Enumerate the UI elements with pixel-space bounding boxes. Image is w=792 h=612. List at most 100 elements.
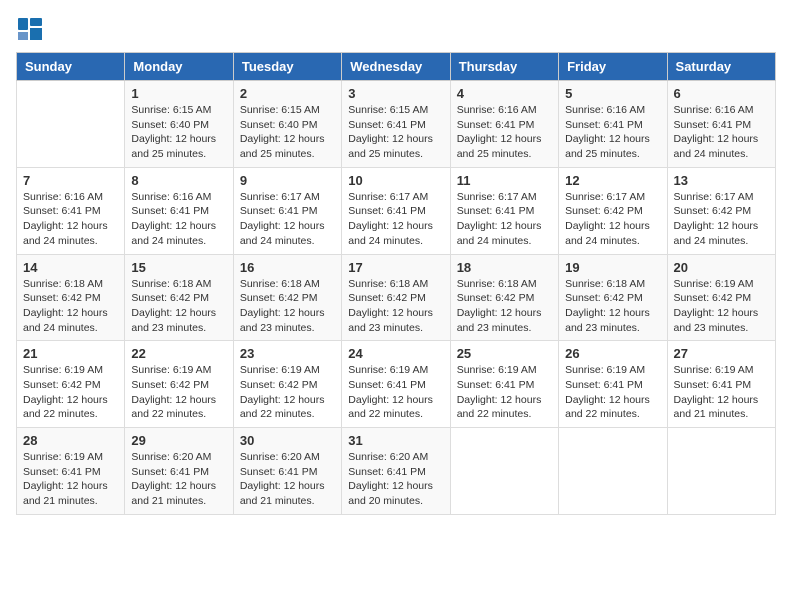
day-number: 3	[348, 86, 443, 101]
day-cell	[559, 428, 667, 515]
logo-icon	[16, 16, 44, 44]
day-number: 29	[131, 433, 226, 448]
day-cell: 23Sunrise: 6:19 AM Sunset: 6:42 PM Dayli…	[233, 341, 341, 428]
day-info: Sunrise: 6:18 AM Sunset: 6:42 PM Dayligh…	[240, 277, 335, 336]
day-cell: 4 Sunrise: 6:16 AM Sunset: 6:41 PM Daylig…	[450, 81, 558, 168]
header-cell-monday: Monday	[125, 53, 233, 81]
day-info: Sunrise: 6:18 AM Sunset: 6:42 PM Dayligh…	[457, 277, 552, 336]
header-cell-tuesday: Tuesday	[233, 53, 341, 81]
day-number: 10	[348, 173, 443, 188]
day-cell: 28 Sunrise: 6:19 AM Sunset: 6:41 PM Dayli…	[17, 428, 125, 515]
day-info: Sunrise: 6:16 AM Sunset: 6:41 PM Dayligh…	[565, 103, 660, 162]
day-info: Sunrise: 6:16 AM Sunset: 6:41 PM Dayligh…	[131, 190, 226, 249]
day-info: Sunrise: 6:18 AM Sunset: 6:42 PM Dayligh…	[23, 277, 118, 336]
day-cell	[17, 81, 125, 168]
day-number: 17	[348, 260, 443, 275]
week-row-2: 7 Sunrise: 6:16 AM Sunset: 6:41 PM Daylig…	[17, 167, 776, 254]
day-cell: 22Sunrise: 6:19 AM Sunset: 6:42 PM Dayli…	[125, 341, 233, 428]
day-info: Sunrise: 6:17 AM Sunset: 6:41 PM Dayligh…	[240, 190, 335, 249]
day-number: 26	[565, 346, 660, 361]
day-number: 1	[131, 86, 226, 101]
day-number: 24	[348, 346, 443, 361]
day-cell: 6 Sunrise: 6:16 AM Sunset: 6:41 PM Daylig…	[667, 81, 775, 168]
calendar-table: SundayMondayTuesdayWednesdayThursdayFrid…	[16, 52, 776, 515]
day-cell: 13 Sunrise: 6:17 AM Sunset: 6:42 PM Dayli…	[667, 167, 775, 254]
day-info: Sunrise: 6:19 AM Sunset: 6:41 PM Dayligh…	[23, 450, 118, 509]
header-cell-thursday: Thursday	[450, 53, 558, 81]
week-row-4: 21 Sunrise: 6:19 AM Sunset: 6:42 PM Dayli…	[17, 341, 776, 428]
header-cell-saturday: Saturday	[667, 53, 775, 81]
day-number: 15	[131, 260, 226, 275]
day-number: 4	[457, 86, 552, 101]
day-cell: 29 Sunrise: 6:20 AM Sunset: 6:41 PM Dayli…	[125, 428, 233, 515]
day-info: Sunrise: 6:20 AM Sunset: 6:41 PM Dayligh…	[131, 450, 226, 509]
day-cell: 25 Sunrise: 6:19 AM Sunset: 6:41 PM Dayli…	[450, 341, 558, 428]
day-info: Sunrise: 6:16 AM Sunset: 6:41 PM Dayligh…	[23, 190, 118, 249]
day-cell: 19 Sunrise: 6:18 AM Sunset: 6:42 PM Dayli…	[559, 254, 667, 341]
day-info: Sunrise: 6:20 AM Sunset: 6:41 PM Dayligh…	[240, 450, 335, 509]
day-cell: 2 Sunrise: 6:15 AM Sunset: 6:40 PM Daylig…	[233, 81, 341, 168]
day-cell	[667, 428, 775, 515]
day-cell: 15Sunrise: 6:18 AM Sunset: 6:42 PM Dayli…	[125, 254, 233, 341]
day-info: Sunrise: 6:19 AM Sunset: 6:41 PM Dayligh…	[674, 363, 769, 422]
day-info: Sunrise: 6:19 AM Sunset: 6:41 PM Dayligh…	[348, 363, 443, 422]
day-info: Sunrise: 6:16 AM Sunset: 6:41 PM Dayligh…	[457, 103, 552, 162]
day-info: Sunrise: 6:20 AM Sunset: 6:41 PM Dayligh…	[348, 450, 443, 509]
day-info: Sunrise: 6:19 AM Sunset: 6:41 PM Dayligh…	[565, 363, 660, 422]
day-number: 9	[240, 173, 335, 188]
day-info: Sunrise: 6:16 AM Sunset: 6:41 PM Dayligh…	[674, 103, 769, 162]
day-info: Sunrise: 6:15 AM Sunset: 6:41 PM Dayligh…	[348, 103, 443, 162]
header	[16, 16, 776, 44]
day-number: 28	[23, 433, 118, 448]
day-cell: 3 Sunrise: 6:15 AM Sunset: 6:41 PM Daylig…	[342, 81, 450, 168]
header-cell-friday: Friday	[559, 53, 667, 81]
day-info: Sunrise: 6:18 AM Sunset: 6:42 PM Dayligh…	[565, 277, 660, 336]
day-info: Sunrise: 6:19 AM Sunset: 6:42 PM Dayligh…	[131, 363, 226, 422]
day-cell: 12Sunrise: 6:17 AM Sunset: 6:42 PM Dayli…	[559, 167, 667, 254]
day-number: 20	[674, 260, 769, 275]
day-cell: 7 Sunrise: 6:16 AM Sunset: 6:41 PM Daylig…	[17, 167, 125, 254]
day-number: 5	[565, 86, 660, 101]
logo	[16, 16, 48, 44]
day-info: Sunrise: 6:17 AM Sunset: 6:42 PM Dayligh…	[674, 190, 769, 249]
day-cell: 5 Sunrise: 6:16 AM Sunset: 6:41 PM Daylig…	[559, 81, 667, 168]
day-number: 6	[674, 86, 769, 101]
day-cell: 27Sunrise: 6:19 AM Sunset: 6:41 PM Dayli…	[667, 341, 775, 428]
day-cell: 1 Sunrise: 6:15 AM Sunset: 6:40 PM Daylig…	[125, 81, 233, 168]
day-cell: 30Sunrise: 6:20 AM Sunset: 6:41 PM Dayli…	[233, 428, 341, 515]
day-cell: 16 Sunrise: 6:18 AM Sunset: 6:42 PM Dayli…	[233, 254, 341, 341]
day-number: 11	[457, 173, 552, 188]
day-info: Sunrise: 6:17 AM Sunset: 6:41 PM Dayligh…	[348, 190, 443, 249]
week-row-1: 1 Sunrise: 6:15 AM Sunset: 6:40 PM Daylig…	[17, 81, 776, 168]
day-number: 16	[240, 260, 335, 275]
day-cell: 20 Sunrise: 6:19 AM Sunset: 6:42 PM Dayli…	[667, 254, 775, 341]
day-number: 25	[457, 346, 552, 361]
day-number: 8	[131, 173, 226, 188]
day-info: Sunrise: 6:19 AM Sunset: 6:42 PM Dayligh…	[23, 363, 118, 422]
day-number: 19	[565, 260, 660, 275]
day-cell: 17 Sunrise: 6:18 AM Sunset: 6:42 PM Dayli…	[342, 254, 450, 341]
day-info: Sunrise: 6:17 AM Sunset: 6:41 PM Dayligh…	[457, 190, 552, 249]
day-cell: 31Sunrise: 6:20 AM Sunset: 6:41 PM Dayli…	[342, 428, 450, 515]
day-cell: 24 Sunrise: 6:19 AM Sunset: 6:41 PM Dayli…	[342, 341, 450, 428]
day-number: 21	[23, 346, 118, 361]
day-cell: 26 Sunrise: 6:19 AM Sunset: 6:41 PM Dayli…	[559, 341, 667, 428]
day-number: 12	[565, 173, 660, 188]
day-cell: 21 Sunrise: 6:19 AM Sunset: 6:42 PM Dayli…	[17, 341, 125, 428]
day-cell: 14 Sunrise: 6:18 AM Sunset: 6:42 PM Dayli…	[17, 254, 125, 341]
day-number: 7	[23, 173, 118, 188]
day-cell: 8 Sunrise: 6:16 AM Sunset: 6:41 PM Daylig…	[125, 167, 233, 254]
day-number: 23	[240, 346, 335, 361]
day-info: Sunrise: 6:18 AM Sunset: 6:42 PM Dayligh…	[348, 277, 443, 336]
day-info: Sunrise: 6:19 AM Sunset: 6:41 PM Dayligh…	[457, 363, 552, 422]
day-number: 14	[23, 260, 118, 275]
day-info: Sunrise: 6:19 AM Sunset: 6:42 PM Dayligh…	[674, 277, 769, 336]
day-info: Sunrise: 6:15 AM Sunset: 6:40 PM Dayligh…	[131, 103, 226, 162]
day-number: 18	[457, 260, 552, 275]
day-number: 2	[240, 86, 335, 101]
day-info: Sunrise: 6:15 AM Sunset: 6:40 PM Dayligh…	[240, 103, 335, 162]
day-cell: 10 Sunrise: 6:17 AM Sunset: 6:41 PM Dayli…	[342, 167, 450, 254]
day-number: 13	[674, 173, 769, 188]
day-cell: 18 Sunrise: 6:18 AM Sunset: 6:42 PM Dayli…	[450, 254, 558, 341]
day-cell: 9 Sunrise: 6:17 AM Sunset: 6:41 PM Daylig…	[233, 167, 341, 254]
